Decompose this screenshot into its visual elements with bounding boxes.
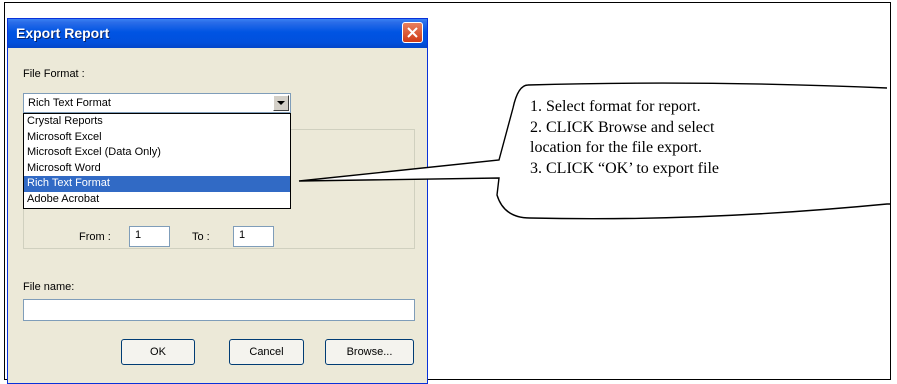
callout-line: 1. Select format for report. [530,98,701,115]
callout-bubble [298,82,891,220]
callout-line: location for the file export. [530,139,702,156]
callout-text: 1. Select format for report. 2. CLICK Br… [530,97,870,179]
callout-line: 2. CLICK Browse and select [530,118,715,136]
callout-line: 3. CLICK “OK’ to export file [530,159,719,177]
